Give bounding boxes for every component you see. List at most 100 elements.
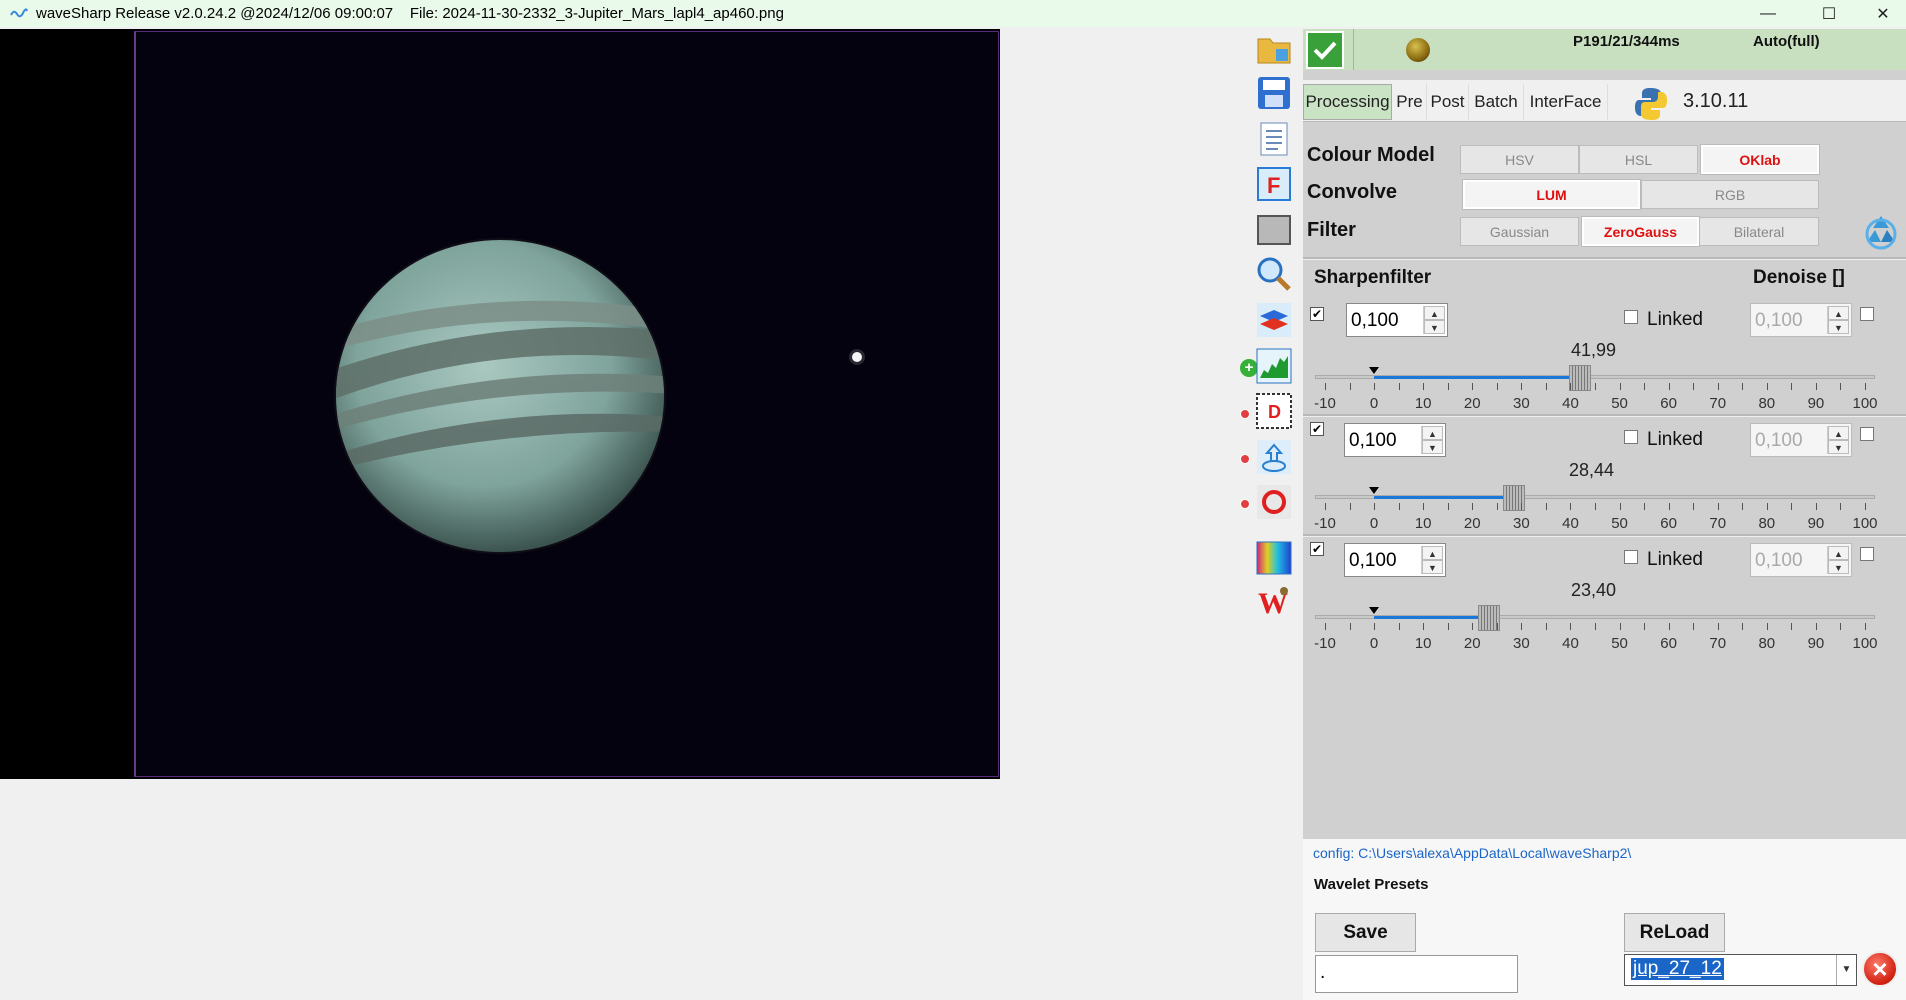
slider-tick — [1545, 503, 1547, 510]
slider-tick — [1668, 383, 1670, 390]
slider-tick-label: 100 — [1852, 515, 1878, 532]
colour-model-oklab[interactable]: OKlab — [1701, 145, 1819, 174]
remove-icon[interactable] — [1240, 499, 1250, 509]
colour-model-hsv[interactable]: HSV — [1460, 145, 1579, 174]
convolve-rgb[interactable]: RGB — [1641, 180, 1819, 209]
color-icon[interactable] — [1255, 539, 1293, 577]
layer-3-sharpen-input[interactable]: 0,100 ▲ ▼ — [1344, 543, 1446, 577]
filter-zerogauss[interactable]: ZeroGauss — [1582, 217, 1699, 246]
layer-1-denoise-input[interactable]: 0,100 ▲ ▼ — [1750, 303, 1852, 337]
slider-tick — [1325, 623, 1326, 630]
chevron-down-icon[interactable]: ▼ — [1836, 955, 1856, 985]
tab-pre[interactable]: Pre — [1393, 84, 1427, 120]
image-canvas[interactable] — [0, 29, 1000, 779]
spinner-buttons[interactable]: ▲ ▼ — [1421, 546, 1443, 574]
layer-1-sharpen-input[interactable]: 0,100 ▲ ▼ — [1346, 303, 1448, 337]
layer-2-denoise-input[interactable]: 0,100 ▲ ▼ — [1750, 423, 1852, 457]
layer-1-linked-checkbox[interactable] — [1624, 310, 1638, 324]
slider-tick — [1742, 623, 1744, 630]
remove-icon[interactable] — [1240, 454, 1250, 464]
filter-gaussian[interactable]: Gaussian — [1460, 217, 1579, 246]
zoom-icon[interactable] — [1255, 255, 1293, 293]
colour-model-hsl[interactable]: HSL — [1579, 145, 1698, 174]
tab-batch[interactable]: Batch — [1469, 84, 1524, 120]
gray-square-icon[interactable] — [1255, 211, 1293, 249]
tab-interface[interactable]: InterFace — [1524, 84, 1608, 120]
slider-tick-label: 60 — [1660, 515, 1677, 532]
sharpenfilter-title: Sharpenfilter — [1314, 267, 1432, 288]
jupiter-image — [334, 238, 865, 554]
layer-3-slider[interactable]: -10 0 10 20 30 40 50 60 70 80 90 100 — [1314, 605, 1885, 652]
tab-processing[interactable]: Processing — [1303, 84, 1392, 120]
preset-select[interactable]: jup_27_12 ▼ — [1624, 954, 1857, 986]
delete-preset-icon[interactable]: × — [1862, 951, 1898, 987]
slider-tick — [1766, 623, 1768, 630]
slider-tick — [1717, 503, 1719, 510]
python-version: 3.10.11 — [1683, 90, 1749, 112]
spinner-buttons[interactable]: ▲ ▼ — [1827, 546, 1849, 574]
spinner-buttons[interactable]: ▲ ▼ — [1827, 306, 1849, 334]
save-icon[interactable] — [1255, 74, 1293, 112]
slider-tick-label: 0 — [1369, 395, 1379, 412]
preset-select-value: jup_27_12 — [1631, 958, 1724, 980]
layer-2-enable-checkbox[interactable]: ✔ — [1310, 422, 1324, 436]
layer-2-slider[interactable]: -10 0 10 20 30 40 50 60 70 80 90 100 — [1314, 485, 1885, 532]
spinner-buttons[interactable]: ▲ ▼ — [1827, 426, 1849, 454]
python-icon — [1633, 86, 1669, 127]
slider-fill — [1374, 616, 1489, 619]
open-folder-icon[interactable] — [1255, 30, 1293, 68]
layer-3-linked-checkbox[interactable] — [1624, 550, 1638, 564]
slider-tick-label: 40 — [1562, 395, 1579, 412]
ring-icon[interactable] — [1255, 483, 1293, 521]
layer-2-linked-checkbox[interactable] — [1624, 430, 1638, 444]
layer-1-denoise-checkbox[interactable] — [1860, 307, 1874, 321]
frame-icon[interactable]: F — [1255, 165, 1293, 203]
layer-3-enable-checkbox[interactable]: ✔ — [1310, 542, 1324, 556]
tab-post[interactable]: Post — [1427, 84, 1469, 120]
notes-icon[interactable] — [1255, 120, 1293, 158]
preset-name-input[interactable]: . — [1315, 955, 1518, 993]
upload-icon[interactable] — [1255, 438, 1293, 476]
maximize-button[interactable]: ☐ — [1806, 0, 1852, 27]
layer-2-slider-value: 28,44 — [1569, 460, 1615, 480]
spinner-buttons[interactable]: ▲ ▼ — [1423, 306, 1445, 334]
wavesharp-logo-icon[interactable]: W — [1255, 582, 1293, 620]
layers-icon[interactable] — [1255, 301, 1293, 339]
slider-tick-label: 40 — [1562, 515, 1579, 532]
filter-bilateral[interactable]: Bilateral — [1699, 217, 1819, 246]
histogram-icon[interactable] — [1255, 347, 1293, 385]
minimize-button[interactable]: — — [1745, 0, 1791, 27]
remove-icon[interactable] — [1240, 409, 1250, 419]
slider-tick-label: 70 — [1709, 635, 1727, 652]
slider-tick — [1619, 623, 1621, 630]
slider-tick — [1496, 383, 1498, 390]
wavelet-presets-title: Wavelet Presets — [1314, 876, 1429, 893]
slider-tick — [1693, 503, 1695, 510]
layer-1-slider[interactable]: -10 0 10 20 30 40 50 60 70 80 90 100 — [1314, 365, 1885, 412]
slider-tick — [1791, 383, 1793, 390]
layer-3-denoise-input[interactable]: 0,100 ▲ ▼ — [1750, 543, 1852, 577]
layer-1-slider-value: 41,99 — [1571, 340, 1617, 360]
layer-3-denoise-checkbox[interactable] — [1860, 547, 1874, 561]
slider-tick-label: 20 — [1463, 515, 1481, 532]
spinner-buttons[interactable]: ▲ ▼ — [1421, 426, 1443, 454]
slider-tick-label: 70 — [1709, 515, 1727, 532]
slider-tick — [1398, 383, 1400, 390]
close-window-button[interactable]: ✕ — [1860, 0, 1906, 27]
layer-2-sharpen-input[interactable]: 0,100 ▲ ▼ — [1344, 423, 1446, 457]
save-preset-button[interactable]: Save — [1315, 913, 1416, 952]
layer-1-enable-checkbox[interactable]: ✔ — [1310, 307, 1324, 321]
derotate-icon[interactable]: D — [1255, 392, 1293, 430]
check-icon[interactable] — [1306, 31, 1344, 69]
slider-tick — [1668, 623, 1670, 630]
reload-preset-button[interactable]: ReLoad — [1624, 913, 1725, 952]
slider-tick-label: 40 — [1562, 635, 1579, 652]
layer-2-denoise-checkbox[interactable] — [1860, 427, 1874, 441]
filter-label: Filter — [1307, 219, 1356, 241]
slider-tick — [1791, 503, 1793, 510]
convolve-lum[interactable]: LUM — [1463, 180, 1640, 209]
slider-tick — [1815, 623, 1817, 630]
slider-tick — [1521, 383, 1523, 390]
slider-fill — [1374, 376, 1581, 379]
recycle-icon[interactable] — [1861, 212, 1901, 257]
